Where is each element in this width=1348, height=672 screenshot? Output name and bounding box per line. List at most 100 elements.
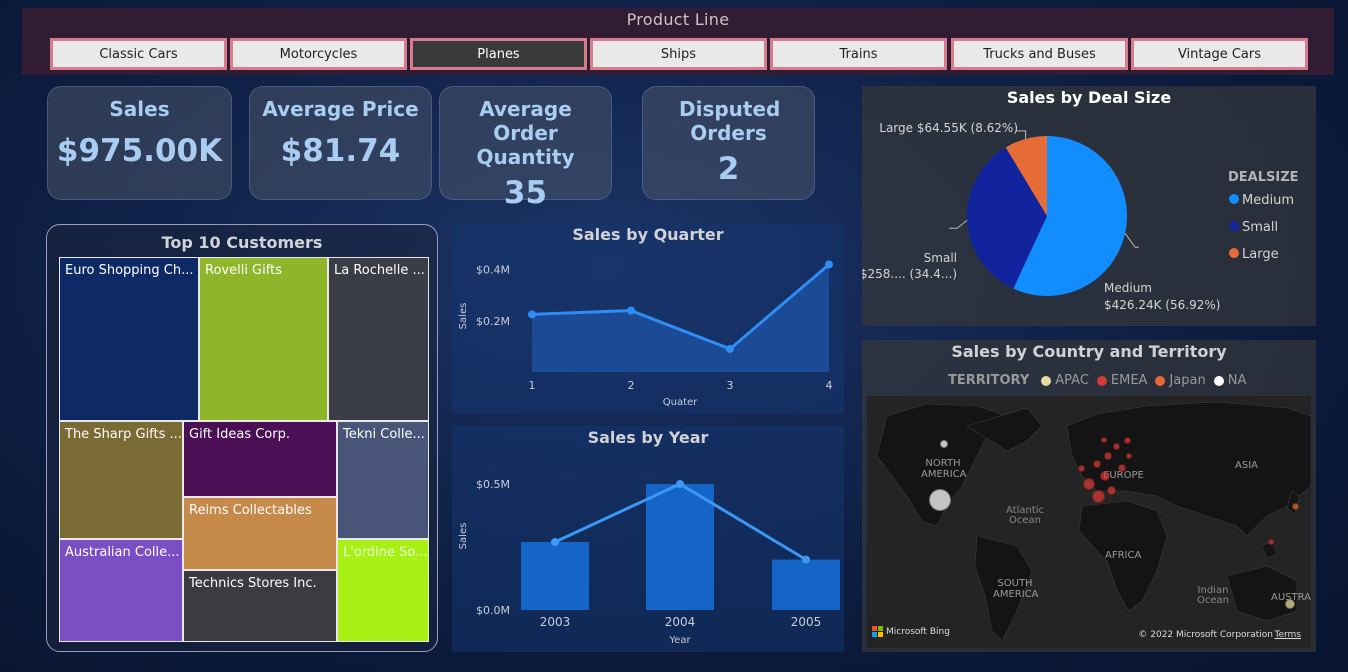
kpi-label: Average Price [262, 97, 419, 121]
treemap-tile[interactable]: Euro Shopping Ch... [59, 257, 199, 421]
x-axis-label: Year [668, 635, 691, 646]
land-masses [876, 401, 1311, 642]
slicer-item-trains[interactable]: Trains [770, 38, 947, 70]
treemap-tile[interactable]: Reims Collectables [183, 497, 337, 570]
treemap-tile[interactable]: Australian Colle... [59, 539, 183, 642]
treemap-tile[interactable]: Rovelli Gifts [199, 257, 328, 421]
product-line-slicer: Product Line Classic Cars Motorcycles Plan… [22, 8, 1334, 75]
kpi-value: 35 [503, 175, 548, 211]
terms-link[interactable]: Terms [1274, 630, 1301, 640]
y-axis-label: Sales [458, 303, 469, 330]
map-bubble[interactable] [1100, 471, 1110, 481]
slicer-item-motorcycles[interactable]: Motorcycles [230, 38, 407, 70]
map-label: Indian Ocean [1197, 585, 1229, 606]
treemap-tile[interactable]: Technics Stores Inc. [183, 570, 337, 642]
x-axis-label: Quater [663, 397, 698, 408]
x-tick-label: 2004 [665, 615, 696, 629]
map-bubble[interactable] [940, 440, 948, 448]
map-bubble[interactable] [1077, 464, 1085, 472]
data-point [551, 537, 559, 546]
treemap-tile[interactable]: Tekni Colle... [337, 421, 429, 539]
map-legend: TERRITORY APAC EMEA Japan NA [948, 373, 1246, 388]
slicer-item-vintage-cars[interactable]: Vintage Cars [1131, 38, 1308, 70]
sales-by-deal-size-chart: Sales by Deal Size Medium $426.24K (56.92… [862, 86, 1316, 326]
kpi-card-average-price: Average Price $81.74 [249, 86, 432, 200]
legend-marker [1155, 375, 1166, 386]
slicer-item-trucks-and-buses[interactable]: Trucks and Buses [951, 38, 1128, 70]
legend-marker [1096, 375, 1107, 386]
map-label: AFRICA [1105, 550, 1142, 561]
y-axis-label: Sales [458, 523, 469, 550]
x-tick-label: 3 [727, 379, 734, 392]
map-copyright: © 2022 Microsoft Corporation [1138, 630, 1273, 640]
kpi-label: Sales [109, 97, 170, 121]
x-tick-label: 2 [628, 379, 635, 392]
legend-entry: Small [1242, 220, 1278, 235]
legend-entry: APAC [1055, 373, 1089, 388]
data-point [627, 306, 635, 315]
slicer-item-planes[interactable]: Planes [410, 38, 587, 70]
kpi-value: 2 [717, 151, 740, 187]
treemap-tile[interactable]: L'ordine So... [337, 539, 429, 642]
map-bubble[interactable] [1093, 460, 1101, 468]
treemap-tile[interactable]: La Rochelle ... [328, 257, 429, 421]
map-bubble[interactable] [1104, 452, 1112, 460]
sales-by-quarter-chart: Sales by Quarter 1 2 3 4 $0.4M $0.2M Quater Sal… [452, 224, 844, 414]
data-point [528, 310, 536, 319]
map-label: SOUTH AMERICA [993, 578, 1039, 600]
map-canvas[interactable]: NORTH AMERICA EUROPE ASIA Atlantic Ocean… [867, 396, 1311, 648]
map-bubble[interactable] [1268, 539, 1274, 545]
area-fill [532, 264, 829, 372]
slicer-item-ships[interactable]: Ships [590, 38, 767, 70]
treemap-tile[interactable]: The Sharp Gifts ... [59, 421, 183, 539]
map-bubble[interactable] [1123, 436, 1131, 444]
pie-label: $426.24K (56.92%) [1104, 298, 1220, 312]
chart-title: Sales by Country and Territory [951, 342, 1227, 361]
y-tick-label: $0.4M [476, 264, 510, 277]
map-bubble[interactable] [1118, 464, 1126, 472]
kpi-card-average-order-quantity: Average Order Quantity 35 [439, 86, 612, 211]
map-bubble[interactable] [1091, 489, 1105, 503]
pie-label: $258.... (34.4...) [862, 267, 957, 281]
legend-title: DEALSIZE [1228, 170, 1299, 185]
treemap-tile[interactable]: Gift Ideas Corp. [183, 421, 337, 497]
top-customers-treemap: Top 10 Customers Euro Shopping Ch... Rove… [46, 224, 438, 652]
treemap-title: Top 10 Customers [161, 233, 323, 252]
legend-marker [1229, 248, 1239, 258]
map-bubble[interactable] [1112, 442, 1120, 450]
map-label: ASIA [1235, 460, 1258, 471]
pie-label: Medium [1104, 281, 1152, 295]
x-tick-label: 4 [826, 379, 833, 392]
kpi-value: $975.00K [56, 133, 223, 169]
legend-entry: Japan [1169, 373, 1206, 388]
pie-label: Large $64.55K (8.62%) [879, 121, 1018, 135]
kpi-value: $81.74 [280, 133, 401, 169]
kpi-card-sales: Sales $975.00K [47, 86, 232, 200]
bing-label: Microsoft Bing [886, 626, 950, 637]
legend-marker [1229, 194, 1239, 204]
x-tick-label: 2005 [791, 615, 822, 629]
kpi-card-disputed-orders: Disputed Orders 2 [642, 86, 815, 200]
legend-entry: Large [1242, 247, 1279, 262]
y-tick-label: $0.0M [476, 604, 510, 617]
legend-entry: NA [1227, 373, 1247, 388]
map-bubble[interactable] [1126, 453, 1132, 459]
map-bubble[interactable] [1285, 599, 1295, 609]
data-point [825, 260, 833, 269]
y-tick-label: $0.5M [476, 478, 510, 491]
sales-by-year-chart: Sales by Year 2003 2004 2005 $0.5M $0.0M Year… [452, 426, 844, 652]
map-bubble[interactable] [1106, 485, 1116, 495]
map-bubble[interactable] [929, 489, 951, 511]
map-bubble[interactable] [1291, 502, 1299, 510]
kpi-label: Average Order Quantity [476, 97, 575, 169]
map-label: NORTH AMERICA [921, 458, 967, 480]
map-bubble[interactable] [1101, 437, 1107, 443]
slicer-item-classic-cars[interactable]: Classic Cars [50, 38, 227, 70]
leader-line [1124, 232, 1139, 248]
legend-marker [1229, 221, 1239, 231]
legend-entry: Medium [1242, 193, 1294, 208]
map-label: Atlantic Ocean [1005, 505, 1045, 526]
map-bubble[interactable] [1083, 478, 1095, 490]
microsoft-logo-icon [872, 626, 883, 637]
kpi-label: Disputed Orders [679, 97, 781, 145]
